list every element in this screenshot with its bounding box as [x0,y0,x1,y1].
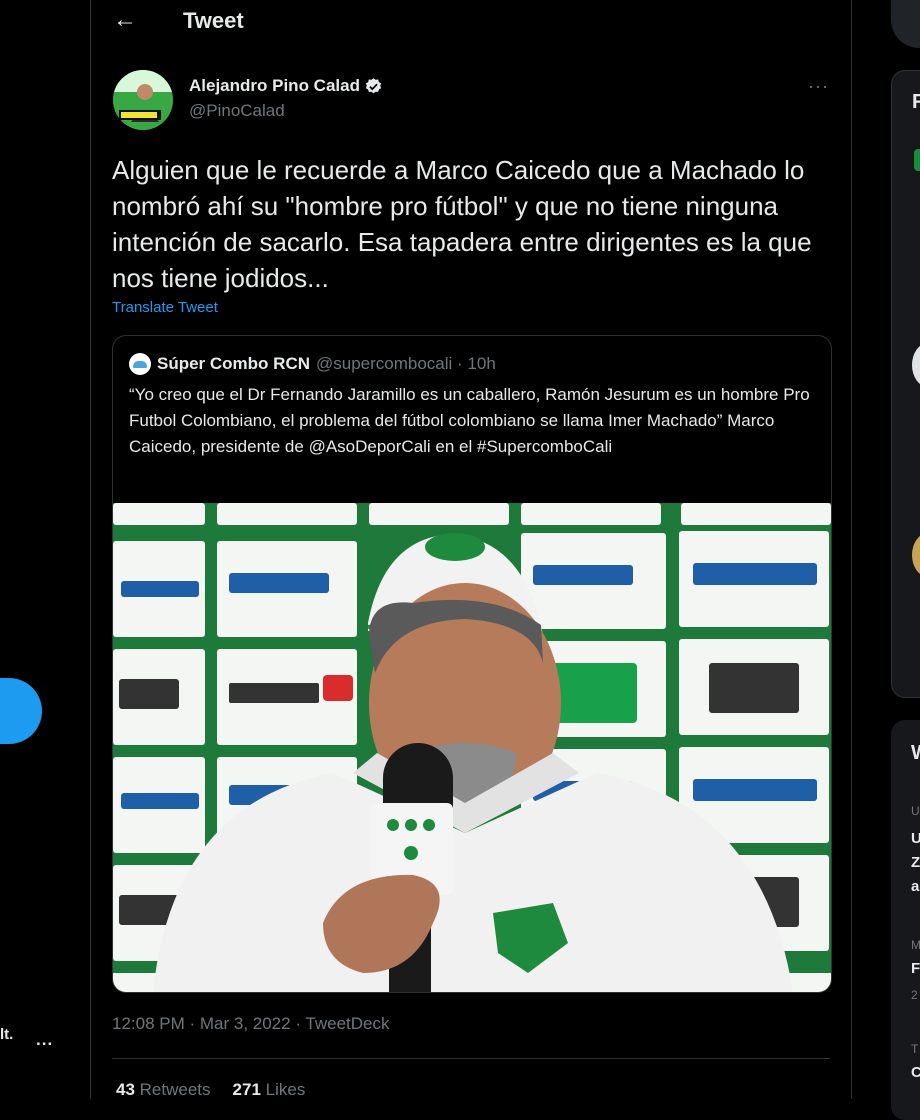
trend-title[interactable]: F [911,960,920,977]
search-input[interactable] [891,0,920,48]
tweet-timestamp[interactable]: 12:08 PM · Mar 3, 2022 · TweetDeck [112,1014,389,1034]
relevant-people-card: F [891,70,920,698]
more-options-icon[interactable]: ··· [808,76,829,97]
suggested-avatar[interactable] [912,343,920,387]
translate-tweet-link[interactable]: Translate Tweet [112,299,218,316]
verified-badge-icon [364,77,383,96]
account-name-fragment[interactable]: lt. [0,1026,13,1043]
tweet-text: Alguien que le recuerde a Marco Caicedo … [112,155,812,293]
suggested-avatar[interactable] [914,149,920,171]
likes-link[interactable]: 271 Likes [233,1080,306,1099]
trend-title[interactable]: U [911,830,920,847]
likes-label: Likes [265,1080,306,1099]
back-arrow-icon[interactable]: ← [113,6,137,34]
quoted-tweet-photo[interactable] [113,503,831,992]
trend-title[interactable]: Z [911,854,920,871]
card-heading-fragment: W [911,742,920,765]
whats-happening-card: W U U Z a M F 2 T C [891,720,920,1120]
retweets-label: Retweets [139,1080,211,1099]
retweets-count: 43 [116,1080,135,1099]
suggested-avatar[interactable] [912,533,920,577]
main-column: ← Tweet Alejandro Pino Calad @PinoCalad … [90,0,852,1099]
top-bar: ← Tweet [91,0,851,44]
trend-title[interactable]: a [911,878,919,895]
quoted-author-name: Súper Combo RCN [157,354,310,373]
trend-meta: M [911,938,920,952]
likes-count: 271 [232,1080,261,1099]
trend-meta: T [911,1042,919,1056]
quoted-tweet-card[interactable]: Súper Combo RCN @supercombocali · 10h “Y… [112,335,832,993]
quoted-author-handle: @supercombocali · 10h [316,354,496,373]
tweet-stats: 43 Retweets 271 Likes [116,1080,305,1100]
page-title: Tweet [183,8,244,33]
quoted-tweet-header: Súper Combo RCN @supercombocali · 10h [129,353,496,375]
author-handle[interactable]: @PinoCalad [189,101,285,121]
trend-title[interactable]: C [911,1064,920,1081]
account-more-button[interactable]: ... [36,1030,53,1050]
quoted-tweet-text: “Yo creo que el Dr Fernando Jaramillo es… [129,385,810,456]
avatar[interactable] [113,70,173,130]
card-heading-fragment: F [912,91,920,113]
divider [112,1058,830,1059]
author-name-text[interactable]: Alejandro Pino Calad [189,76,360,96]
tweet-compose-button[interactable] [0,678,42,744]
quoted-avatar [129,353,151,375]
trend-meta: 2 [911,988,918,1002]
author-name[interactable]: Alejandro Pino Calad [189,76,383,96]
trend-meta: U [911,804,920,818]
retweets-link[interactable]: 43 Retweets [116,1080,211,1099]
